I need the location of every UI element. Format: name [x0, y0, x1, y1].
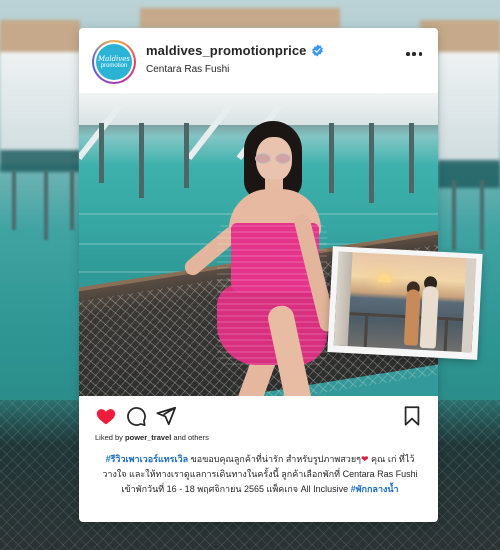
liked-by-prefix: Liked by [95, 433, 126, 442]
heart-emoji: ❤ [360, 454, 369, 464]
bookmark-icon[interactable] [401, 405, 423, 427]
photo-stilt [184, 123, 189, 188]
avatar-border: Maldives promotion [94, 42, 134, 82]
backdrop-post [44, 170, 48, 240]
door-frame [333, 251, 353, 347]
post-actions [79, 396, 438, 430]
heart-icon[interactable] [95, 405, 117, 427]
photo-stilt [139, 123, 144, 198]
backdrop-shade [438, 160, 500, 188]
backdrop-villa [0, 52, 80, 164]
sunglasses-lens [275, 153, 291, 164]
username-link[interactable]: maldives_promotionprice [146, 43, 307, 58]
door-frame [461, 258, 477, 353]
couple-sunset-photo [333, 251, 477, 353]
liked-by-user-link[interactable]: power_travel [125, 433, 171, 442]
more-dot [412, 52, 416, 56]
backdrop-post [452, 180, 456, 250]
couple-photo-polaroid [327, 246, 483, 360]
hashtag-link[interactable]: #รีวิวเพาเวอร์แทรเวิล [106, 454, 189, 464]
post-header: Maldives promotion maldives_promotionpri… [79, 28, 438, 93]
avatar-logo-line1: Maldives [98, 54, 130, 63]
backdrop-post [480, 180, 484, 250]
photo-stilt [99, 123, 104, 183]
avatar[interactable]: Maldives promotion [92, 40, 136, 84]
balcony-post [363, 312, 369, 348]
more-dot [418, 52, 422, 56]
backdrop-post [12, 170, 16, 230]
verified-badge-icon [311, 44, 323, 57]
more-dot [406, 52, 410, 56]
avatar-logo-line2: promotion [100, 62, 128, 69]
woman-figure [403, 289, 421, 346]
liked-by-text: Liked by power_travel and others [95, 433, 209, 442]
photo-stilt [409, 123, 414, 193]
photo-stilt [369, 123, 374, 203]
backdrop-villa [438, 52, 500, 164]
sunglasses [255, 153, 293, 165]
backdrop-roof [0, 20, 80, 56]
backdrop-shade [0, 150, 80, 172]
post-caption: #รีวิวเพาเวอร์แทรเวิล ขอขอบคุณลูกค้าที่น… [99, 452, 421, 497]
backdrop-roof [140, 8, 340, 28]
balcony-post [443, 317, 449, 352]
sunset-sun [377, 273, 392, 283]
backdrop-post [70, 170, 74, 230]
hashtag-link[interactable]: #พักกลางน้ำ [351, 484, 399, 494]
photo-villa-underside [79, 93, 438, 125]
username-row: maldives_promotionprice [146, 43, 324, 58]
man-figure [419, 285, 439, 349]
photo-stilt [329, 123, 334, 193]
location-link[interactable]: Centara Ras Fushi [146, 64, 229, 75]
more-options-icon[interactable] [404, 46, 424, 62]
avatar-logo: Maldives promotion [96, 44, 132, 80]
caption-text: ขอขอบคุณลูกค้าที่น่ารัก สำหรับรูปภาพสวยๆ [188, 454, 361, 464]
liked-by-suffix: and others [171, 433, 209, 442]
comment-icon[interactable] [125, 405, 147, 427]
sunglasses-lens [255, 153, 271, 164]
share-icon[interactable] [155, 405, 177, 427]
